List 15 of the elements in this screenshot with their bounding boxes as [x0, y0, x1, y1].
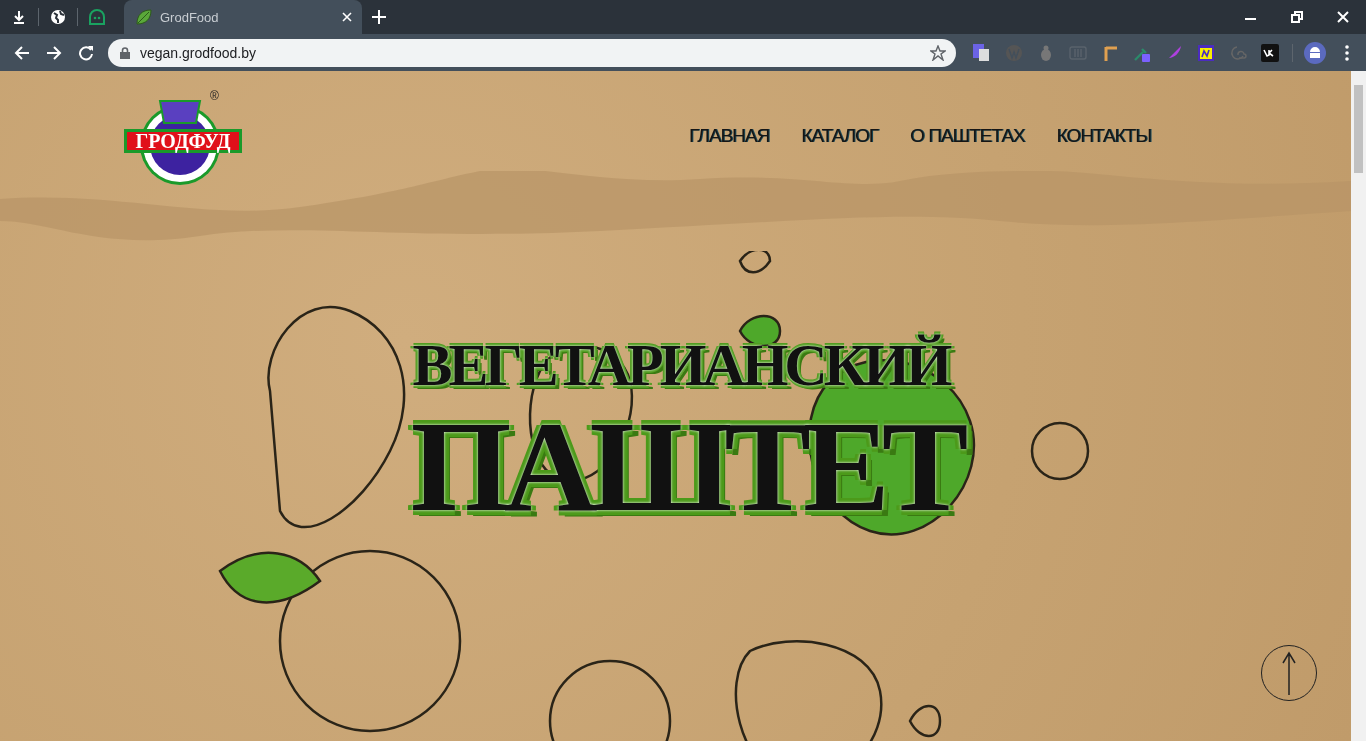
nav-link[interactable]: ГЛАВНАЯ: [689, 125, 770, 147]
lock-icon: [120, 46, 130, 59]
nav-link[interactable]: КОНТАКТЫ: [1056, 125, 1151, 147]
plus-icon: [372, 10, 386, 24]
tab-close-icon[interactable]: [342, 12, 352, 22]
brand-logo-text[interactable]: ГРОДФУД: [124, 129, 242, 153]
bookmark-star-icon[interactable]: [930, 44, 946, 61]
nav-link[interactable]: О ПАШТЕТАХ: [910, 125, 1025, 147]
browser-tab[interactable]: GrodFood: [124, 0, 362, 34]
registered-mark: ®: [210, 89, 219, 103]
leaf-icon: [136, 9, 152, 25]
scrollbar[interactable]: [1351, 71, 1366, 741]
address-bar[interactable]: vegan.grodfood.by: [108, 38, 956, 67]
nav-link[interactable]: КАТАЛОГ: [801, 125, 879, 147]
arrow-up-icon: [1282, 651, 1296, 695]
